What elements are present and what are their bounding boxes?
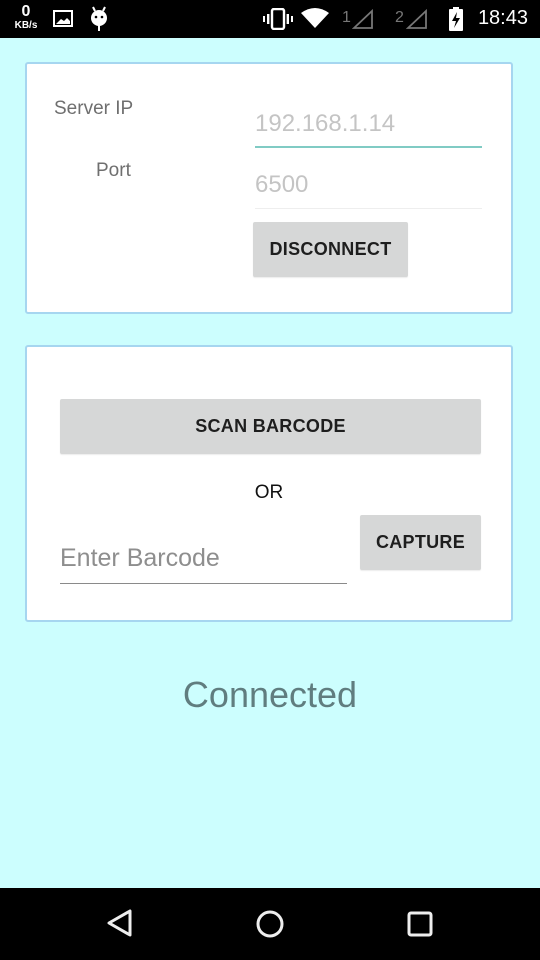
- image-icon: [53, 10, 73, 32]
- back-icon[interactable]: [100, 904, 140, 944]
- clock: 18:43: [477, 7, 528, 29]
- network-speed-unit: KB/s: [14, 20, 38, 31]
- home-icon[interactable]: [250, 904, 290, 944]
- wifi-icon: [301, 8, 329, 33]
- barcode-card: SCAN BARCODE OR CAPTURE: [25, 345, 513, 622]
- status-bar: 0 KB/s 1 2 18:43: [0, 0, 540, 38]
- port-field[interactable]: [255, 162, 482, 209]
- capture-button[interactable]: CAPTURE: [360, 515, 481, 570]
- android-icon: [89, 6, 109, 37]
- or-label: OR: [254, 482, 284, 503]
- signal-sim2-icon: [405, 8, 428, 34]
- navigation-bar: [0, 888, 540, 960]
- vibrate-icon: [263, 7, 293, 35]
- disconnect-button[interactable]: DISCONNECT: [253, 222, 408, 277]
- battery-charging-icon: [449, 7, 463, 36]
- recents-icon[interactable]: [400, 904, 440, 944]
- barcode-input[interactable]: [60, 533, 347, 584]
- signal-sim1-icon: [351, 8, 374, 34]
- network-speed: 0 KB/s: [12, 4, 40, 31]
- port-label: Port: [96, 160, 131, 181]
- network-speed-value: 0: [21, 3, 31, 20]
- connection-status-text: Connected: [182, 674, 358, 715]
- server-ip-field[interactable]: [255, 102, 482, 148]
- sim1-label: 1: [342, 9, 351, 26]
- connection-card: Server IP Port DISCONNECT: [25, 62, 513, 314]
- server-ip-label: Server IP: [54, 98, 134, 119]
- sim2-label: 2: [395, 9, 404, 26]
- scan-barcode-button[interactable]: SCAN BARCODE: [60, 399, 481, 454]
